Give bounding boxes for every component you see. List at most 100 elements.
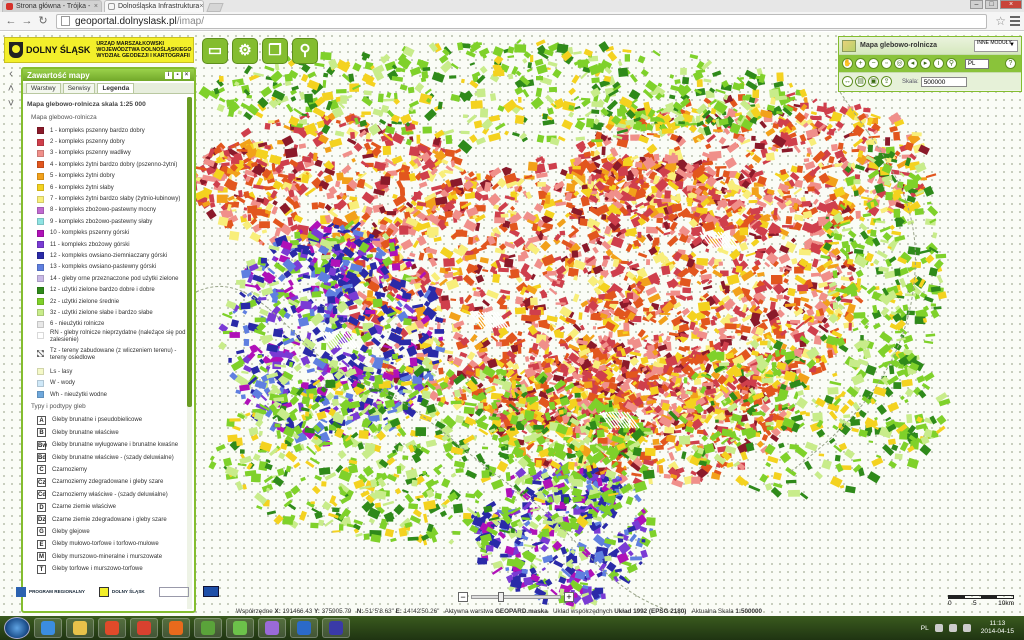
- legend-item: 11 - kompleks zbożowy górski: [25, 239, 188, 250]
- panel-scrollbar[interactable]: [187, 97, 192, 609]
- browser-tab-1[interactable]: Strona główna - Trójka - ×: [2, 0, 102, 12]
- info-icon[interactable]: i: [165, 71, 172, 79]
- zoom-thumb[interactable]: [498, 592, 504, 602]
- legend-item: W - wody: [25, 377, 188, 388]
- zoom-box-icon[interactable]: ▫: [881, 58, 892, 69]
- close-window-icon[interactable]: ×: [1000, 0, 1022, 9]
- pin-icon[interactable]: ▪: [174, 71, 181, 79]
- new-tab-button[interactable]: [206, 3, 224, 12]
- bookmark-star-icon[interactable]: ☆: [995, 14, 1006, 28]
- address-bar[interactable]: geoportal.dolnyslask.pl/imap/: [56, 13, 988, 29]
- search-button[interactable]: ⚲: [292, 38, 318, 64]
- coords-label: Współrzędne: [236, 608, 273, 615]
- soil-type-item: Cd Czarnoziemy właściwe - (szady deluwial…: [25, 489, 188, 501]
- next-extent-icon[interactable]: ▸: [920, 58, 931, 69]
- system-tray: PL 11:13 2014-04-15: [921, 620, 1024, 636]
- close-icon[interactable]: ×: [183, 71, 190, 79]
- clock[interactable]: 11:13 2014-04-15: [981, 620, 1014, 636]
- language-select[interactable]: PL: [965, 58, 989, 69]
- find-icon[interactable]: ⚲: [946, 58, 957, 69]
- back-arrow-icon[interactable]: ←: [4, 14, 18, 28]
- zoom-track[interactable]: [471, 592, 561, 602]
- browser-tab-2[interactable]: Dolnośląska Infrastruktura ×: [104, 0, 204, 12]
- legend-label: Ls - lasy: [50, 368, 73, 375]
- volume-icon[interactable]: [962, 624, 971, 632]
- taskbar-app[interactable]: [226, 618, 254, 638]
- info-icon[interactable]: i: [933, 58, 944, 69]
- maximize-icon[interactable]: □: [985, 0, 998, 9]
- menu-icon[interactable]: [1010, 16, 1020, 26]
- layer-controls-panel: Mapa glebowo-rolnicza INNE MODUŁY ✋ + − …: [838, 36, 1022, 92]
- taskbar-app[interactable]: [130, 618, 158, 638]
- measure-icon[interactable]: ↔: [842, 76, 853, 87]
- open-folder-button[interactable]: ▭: [202, 38, 228, 64]
- chevron-up-icon[interactable]: ˄: [4, 83, 18, 98]
- scale-input[interactable]: 500000: [920, 76, 967, 87]
- save-map-icon[interactable]: ▣: [868, 76, 879, 87]
- soil-label: Czarnoziemy zdegradowane i gleby szare: [52, 479, 164, 486]
- browser-tabbar: Strona główna - Trójka - × Dolnośląska In…: [0, 0, 1024, 12]
- soil-type-item: E Gleby mułowo-torfowe i torfowo-mułowe: [25, 538, 188, 550]
- chevron-down-icon[interactable]: ˅: [4, 98, 18, 113]
- map-thumbnail-icon[interactable]: [842, 39, 856, 52]
- eu-flag-icon: [202, 586, 219, 597]
- tray-language[interactable]: PL: [921, 625, 929, 632]
- tab-close-icon[interactable]: ×: [94, 3, 98, 10]
- zoom-out-button[interactable]: −: [458, 592, 468, 602]
- soil-label: Gleby brunatne właściwe - (szady deluwia…: [52, 454, 174, 461]
- zoom-out-icon[interactable]: −: [868, 58, 879, 69]
- chevron-left-icon[interactable]: ‹: [4, 68, 18, 83]
- legend-label: W - wody: [50, 380, 76, 387]
- dolny-slask-logo: DOLNY ŚLĄSK: [5, 42, 90, 58]
- soil-code: T: [37, 564, 46, 574]
- legend-label: 2z - użytki zielone średnie: [50, 298, 120, 305]
- clock-date: 2014-04-15: [980, 628, 1014, 635]
- modules-dropdown[interactable]: INNE MODUŁY: [974, 39, 1018, 52]
- soil-code: D: [37, 502, 46, 512]
- soil-code: M: [37, 552, 46, 562]
- legend-item: 2z - użytki zielone średnie: [25, 296, 188, 307]
- tab-favicon-icon: [108, 3, 115, 10]
- legend-swatch: [37, 332, 44, 340]
- taskbar-app[interactable]: [34, 618, 62, 638]
- tab-warstwy[interactable]: Warstwy: [26, 83, 61, 93]
- taskbar-app[interactable]: [290, 618, 318, 638]
- tab-title: Dolnośląska Infrastruktura: [118, 3, 200, 10]
- taskbar-app[interactable]: [98, 618, 126, 638]
- settings-button[interactable]: ⚙: [232, 38, 258, 64]
- export-icon[interactable]: ⇪: [881, 76, 892, 87]
- scrollbar-thumb[interactable]: [187, 97, 192, 407]
- start-button[interactable]: [4, 617, 30, 639]
- print-icon[interactable]: ▤: [855, 76, 866, 87]
- soil-code: Bw: [37, 440, 47, 450]
- zoom-in-button[interactable]: +: [564, 592, 574, 602]
- reload-icon[interactable]: ↻: [36, 14, 50, 28]
- flag-icon[interactable]: [934, 624, 943, 632]
- network-icon[interactable]: [948, 624, 957, 632]
- soil-code: B: [37, 428, 46, 438]
- full-extent-icon[interactable]: ◎: [894, 58, 905, 69]
- taskbar-app[interactable]: [66, 618, 94, 638]
- tab-legenda[interactable]: Legenda: [97, 83, 135, 93]
- pan-icon[interactable]: ✋: [842, 58, 853, 69]
- taskbar-app[interactable]: [194, 618, 222, 638]
- soil-type-item: M Gleby murszowo-mineralne i murszowate: [25, 551, 188, 563]
- taskbar-app[interactable]: [162, 618, 190, 638]
- scale-tick: 5: [973, 600, 977, 607]
- taskbar-app[interactable]: [322, 618, 350, 638]
- taskbar-app[interactable]: [258, 618, 286, 638]
- minimize-icon[interactable]: –: [970, 0, 983, 9]
- windows-button[interactable]: ❐: [262, 38, 288, 64]
- help-icon[interactable]: ?: [1005, 58, 1016, 69]
- previous-extent-icon[interactable]: ◂: [907, 58, 918, 69]
- soil-code: Bd: [37, 453, 46, 463]
- legend-swatch: [37, 195, 44, 203]
- zoom-slider[interactable]: − +: [458, 592, 574, 602]
- legend-item: 8 - kompleks zbożowo-pastewny mocny: [25, 205, 188, 216]
- soil-label: Gleby murszowo-mineralne i murszowate: [52, 553, 163, 560]
- forward-arrow-icon[interactable]: →: [20, 14, 34, 28]
- tab-serwisy[interactable]: Serwisy: [62, 83, 96, 93]
- zoom-in-icon[interactable]: +: [855, 58, 866, 69]
- tab-close-icon[interactable]: ×: [199, 3, 203, 10]
- legend-label: 12 - kompleks owsiano-ziemniaczany górsk…: [50, 252, 168, 259]
